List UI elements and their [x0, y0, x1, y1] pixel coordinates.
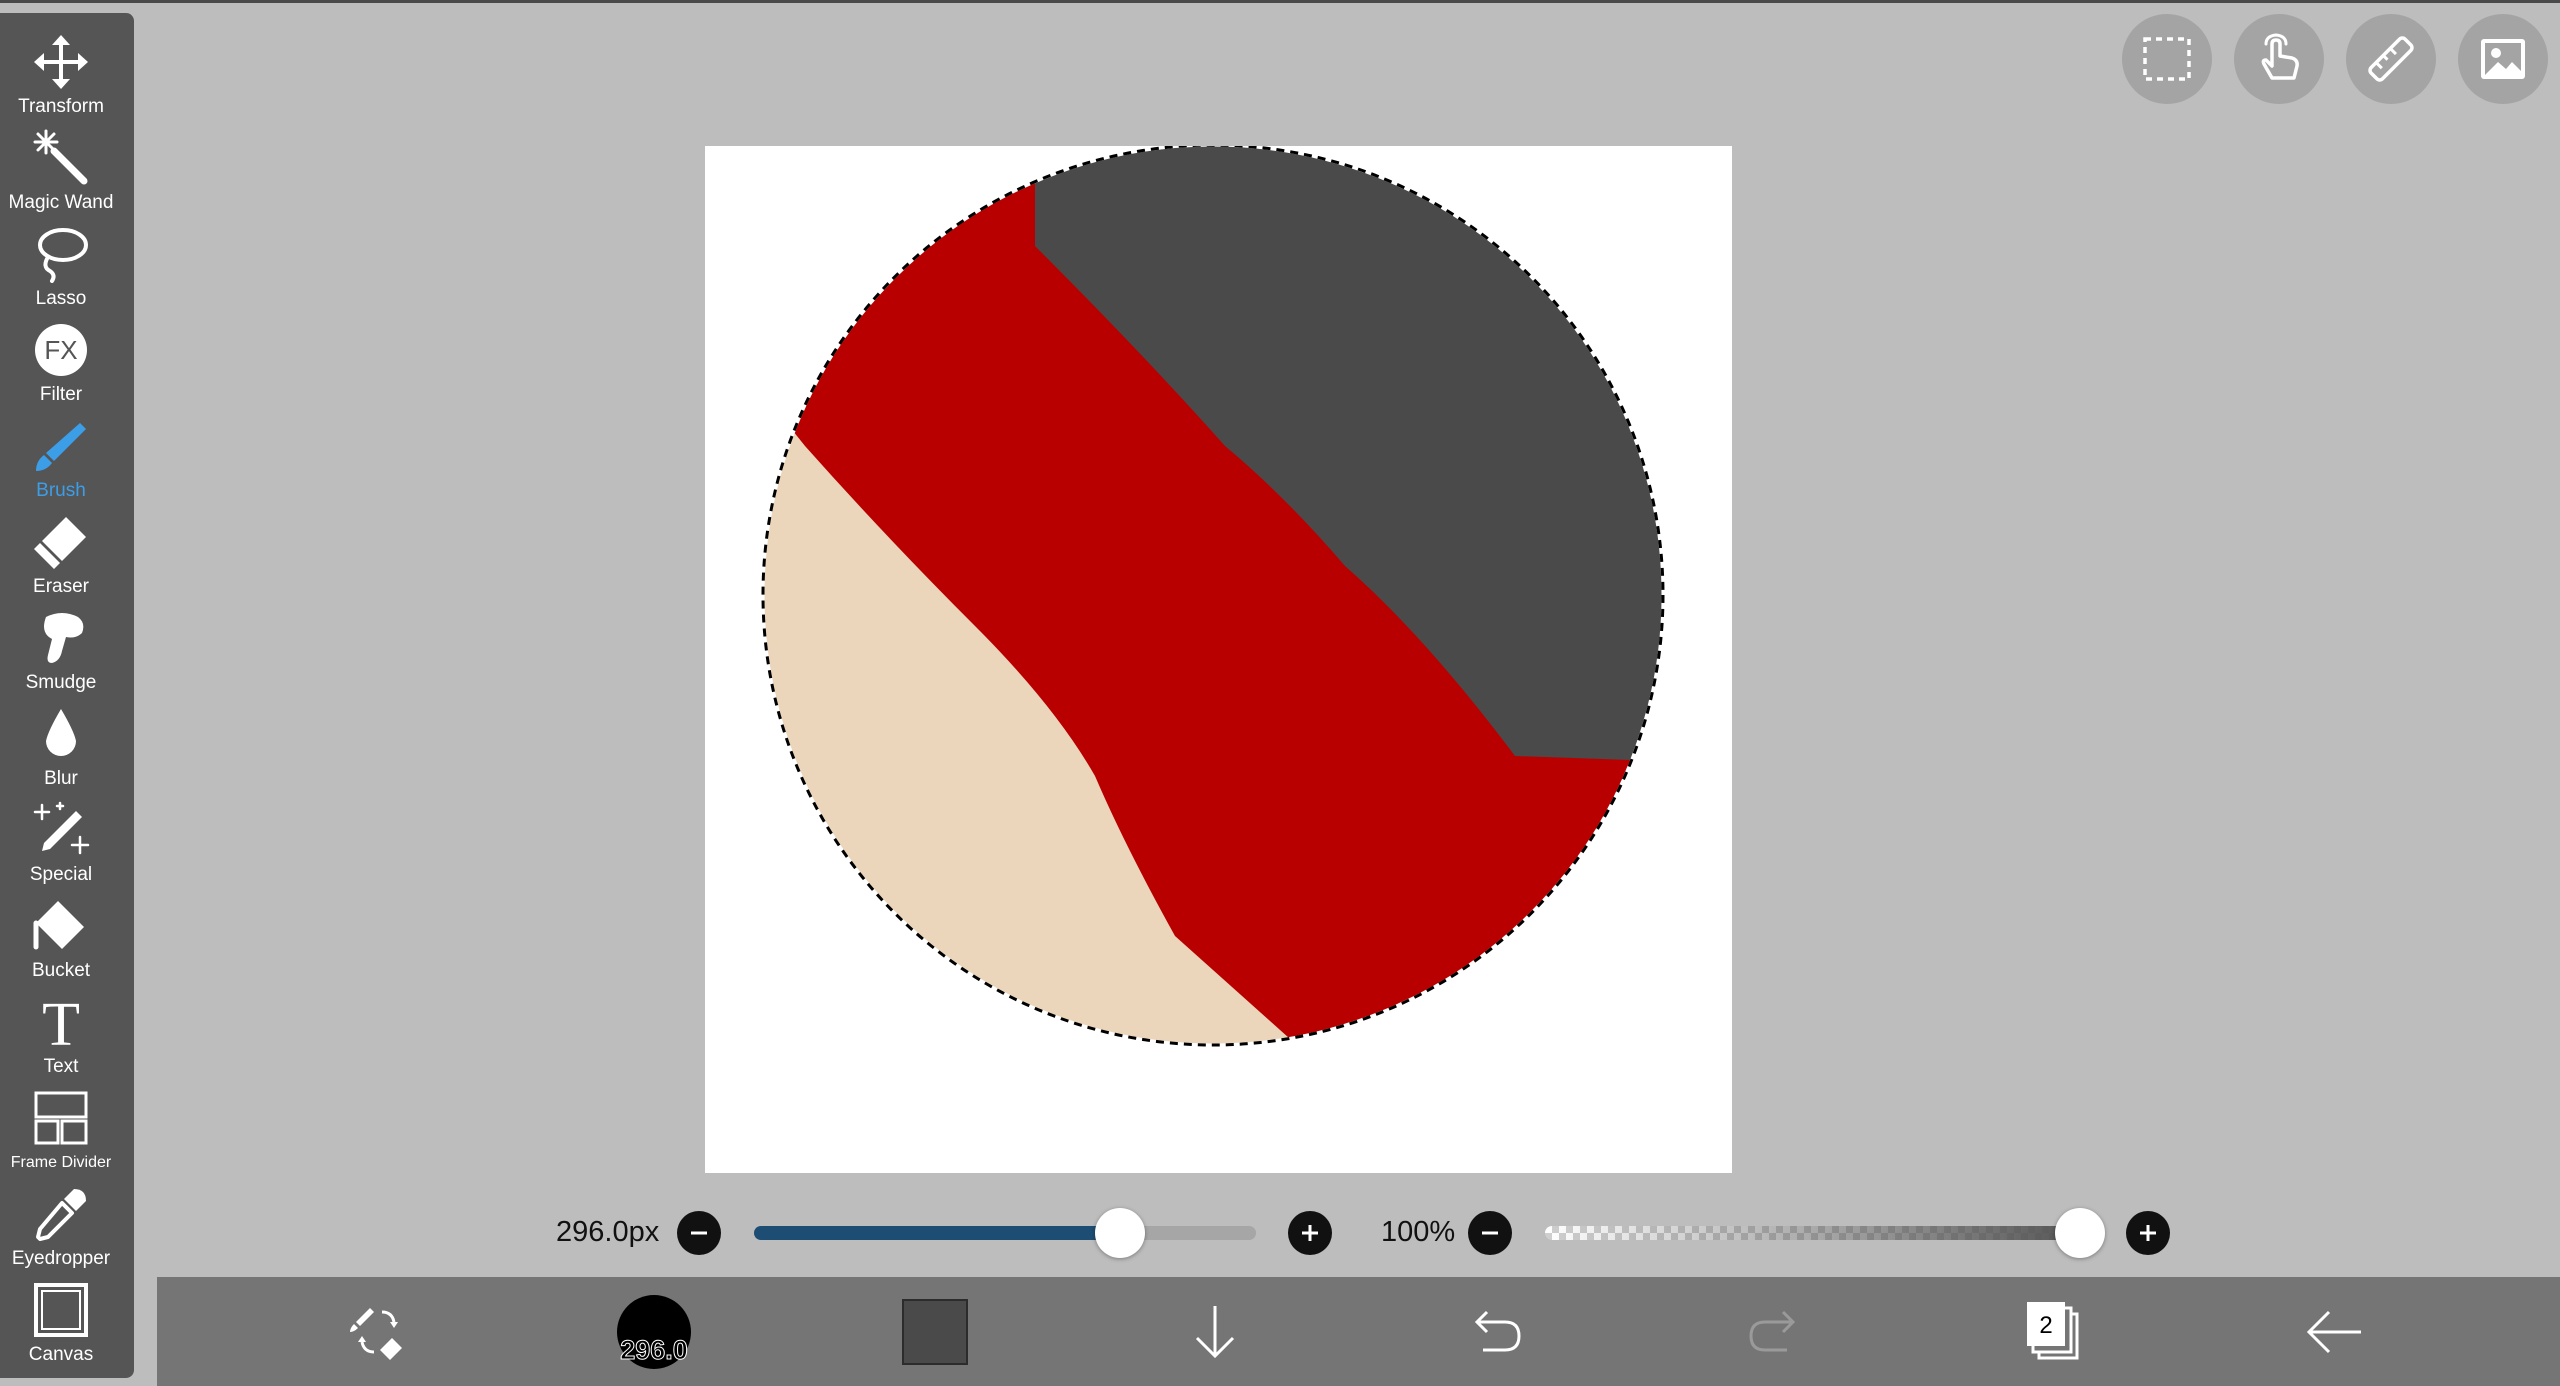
- tool-palette: Transform Magic Wand Lasso FX Filter Bru…: [0, 13, 134, 1378]
- color-swatch[interactable]: [902, 1299, 968, 1365]
- download-button[interactable]: [1170, 1287, 1260, 1377]
- tool-eraser[interactable]: Eraser: [0, 509, 122, 605]
- opacity-increase-button[interactable]: [2126, 1211, 2170, 1255]
- blur-drop-icon: [46, 709, 76, 756]
- tool-label: Special: [29, 864, 93, 885]
- download-arrow-icon: [1195, 1306, 1235, 1359]
- special-sparkle-pen-icon: [33, 801, 90, 855]
- tool-label: Brush: [36, 480, 86, 501]
- undo-icon: [1474, 1310, 1521, 1352]
- tool-lasso[interactable]: Lasso: [0, 221, 122, 317]
- tool-label: Filter: [39, 384, 83, 405]
- canvas-frame-icon: [34, 1283, 88, 1337]
- window-top-edge: [0, 0, 2560, 3]
- paint-bucket-icon: [33, 901, 84, 950]
- drawing-canvas[interactable]: [705, 146, 1732, 1173]
- tool-label: Blur: [44, 768, 78, 789]
- selection-rect-icon: [2143, 37, 2191, 81]
- bottom-toolbar: [157, 1277, 2560, 1386]
- tool-label: Eraser: [33, 576, 89, 597]
- opacity-decrease-button[interactable]: [1468, 1211, 1512, 1255]
- artwork: [761, 146, 1665, 1047]
- fx-text: FX: [44, 335, 77, 365]
- opacity-slider-track[interactable]: [1545, 1226, 2080, 1240]
- tool-label: Eyedropper: [11, 1248, 111, 1269]
- opacity-value: 100%: [1381, 1216, 1456, 1248]
- size-slider-fill: [754, 1226, 1121, 1240]
- eraser-icon: [34, 517, 86, 569]
- eyedropper-icon: [36, 1189, 86, 1241]
- tool-smudge[interactable]: Smudge: [0, 605, 122, 701]
- swap-brush-eraser-button[interactable]: [333, 1287, 423, 1377]
- tool-transform[interactable]: Transform: [0, 29, 122, 125]
- tool-label: Smudge: [25, 672, 97, 693]
- minus-icon: [1482, 1231, 1498, 1235]
- tool-label: Frame Divider: [10, 1154, 112, 1171]
- frame-divider-icon: [34, 1091, 88, 1145]
- image-icon: [2481, 39, 2525, 79]
- text-tool-glyph: T: [42, 993, 80, 1051]
- size-decrease-button[interactable]: [677, 1211, 721, 1255]
- brush-icon: [36, 423, 86, 471]
- size-increase-button[interactable]: [1288, 1211, 1332, 1255]
- tool-label: Magic Wand: [8, 192, 114, 213]
- tool-magic-wand[interactable]: Magic Wand: [0, 125, 122, 221]
- tool-eyedropper[interactable]: Eyedropper: [0, 1181, 122, 1277]
- tool-frame-divider[interactable]: Frame Divider: [0, 1085, 122, 1181]
- tool-label: Bucket: [31, 960, 91, 981]
- tool-label: Lasso: [35, 288, 87, 309]
- fx-filter-icon: FX: [35, 324, 87, 376]
- tool-label: Transform: [18, 96, 104, 117]
- undo-button[interactable]: [1450, 1287, 1540, 1377]
- hand-touch-icon: [2261, 33, 2299, 80]
- tool-special[interactable]: Special: [0, 797, 122, 893]
- size-slider-thumb[interactable]: [1095, 1208, 1146, 1258]
- layers-button[interactable]: 2: [2010, 1287, 2100, 1377]
- brush-size-preview[interactable]: 296.0: [617, 1295, 691, 1369]
- minus-icon: [691, 1231, 707, 1235]
- back-arrow-icon: [2306, 1310, 2361, 1354]
- move-arrows-icon: [34, 35, 88, 89]
- plus-icon: [2140, 1225, 2156, 1241]
- magic-wand-icon: [33, 129, 88, 185]
- layers-icon: 2: [2027, 1302, 2079, 1360]
- plus-icon: [1302, 1225, 1318, 1241]
- redo-button[interactable]: [1730, 1287, 1820, 1377]
- brush-size-preview-value: 296.0: [620, 1335, 689, 1366]
- tool-bucket[interactable]: Bucket: [0, 893, 122, 989]
- tool-brush[interactable]: Brush: [0, 413, 122, 509]
- ruler-button[interactable]: [2346, 14, 2436, 104]
- swap-brush-eraser-icon: [350, 1308, 402, 1360]
- tool-canvas[interactable]: Canvas: [0, 1277, 122, 1373]
- redo-icon: [1749, 1310, 1796, 1352]
- selection-button[interactable]: [2122, 14, 2212, 104]
- ruler-icon: [2368, 36, 2414, 82]
- brush-size-value: 296.0px: [556, 1216, 660, 1248]
- tool-label: Canvas: [28, 1344, 94, 1365]
- tool-label: Text: [43, 1056, 79, 1077]
- image-button[interactable]: [2458, 14, 2548, 104]
- lasso-icon: [38, 228, 88, 283]
- hand-tool-button[interactable]: [2234, 14, 2324, 104]
- smudge-finger-icon: [44, 613, 84, 663]
- text-t-icon: T: [42, 993, 80, 1051]
- back-button[interactable]: [2290, 1287, 2380, 1377]
- layer-count: 2: [2039, 1312, 2052, 1339]
- tool-blur[interactable]: Blur: [0, 701, 122, 797]
- opacity-slider-thumb[interactable]: [2055, 1208, 2105, 1258]
- tool-text[interactable]: T Text: [0, 989, 122, 1085]
- tool-filter[interactable]: FX Filter: [0, 317, 122, 413]
